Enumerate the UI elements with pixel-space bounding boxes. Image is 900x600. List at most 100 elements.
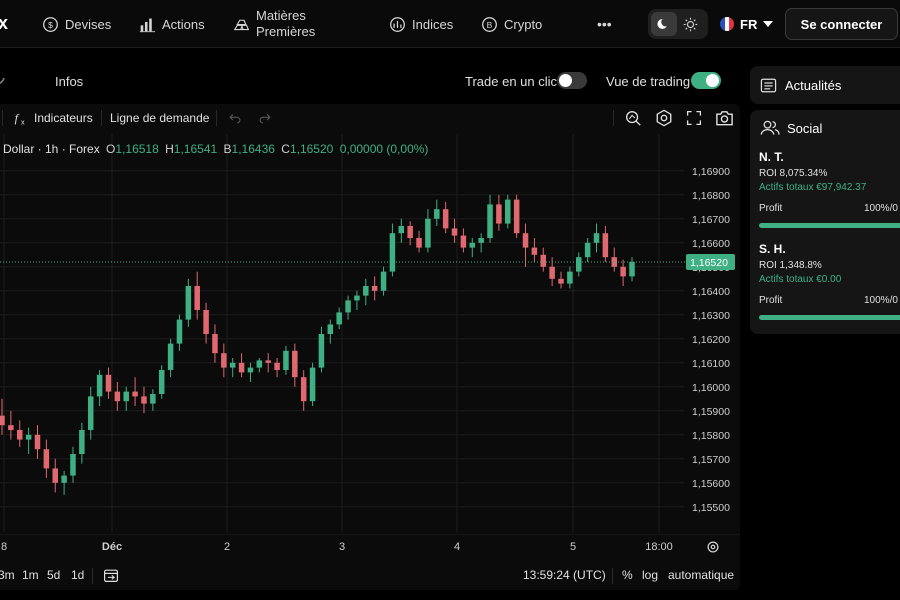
candle-body[interactable] bbox=[496, 204, 502, 224]
logo[interactable]: x bbox=[0, 13, 8, 34]
more-menu-button[interactable]: ••• bbox=[597, 0, 612, 48]
candle-body[interactable] bbox=[567, 271, 573, 284]
candle-body[interactable] bbox=[407, 226, 413, 238]
candle-body[interactable] bbox=[150, 394, 156, 404]
candle-body[interactable] bbox=[629, 262, 635, 277]
timeframe-1m[interactable]: 1m bbox=[22, 568, 39, 582]
language-selector[interactable]: FR bbox=[720, 0, 774, 48]
search-zoom-icon[interactable] bbox=[624, 109, 642, 127]
axis-settings-icon[interactable] bbox=[706, 540, 720, 554]
trader-card[interactable]: N. T. ROI 8,075.34% Actifs totaux €97,94… bbox=[759, 150, 900, 228]
trading-view-switch[interactable] bbox=[691, 72, 721, 89]
social-header[interactable]: Social bbox=[760, 120, 822, 136]
candle-body[interactable] bbox=[451, 228, 458, 236]
candle-body[interactable] bbox=[416, 238, 422, 248]
candle-body[interactable] bbox=[79, 430, 85, 454]
candle-body[interactable] bbox=[167, 343, 174, 370]
candle-body[interactable] bbox=[531, 247, 538, 255]
candle-body[interactable] bbox=[549, 266, 555, 279]
candle-body[interactable] bbox=[158, 370, 165, 394]
candle-body[interactable] bbox=[336, 312, 342, 325]
candle-body[interactable] bbox=[309, 367, 316, 402]
utc-clock[interactable]: 13:59:24 (UTC) bbox=[523, 568, 606, 582]
candle-body[interactable] bbox=[70, 454, 76, 476]
candle-body[interactable] bbox=[87, 396, 94, 430]
theme-toggle[interactable] bbox=[648, 9, 708, 39]
candle-body[interactable] bbox=[300, 377, 307, 402]
undo-icon[interactable] bbox=[228, 111, 242, 125]
candle-body[interactable] bbox=[185, 286, 192, 320]
camera-icon[interactable] bbox=[715, 109, 734, 127]
candle-body[interactable] bbox=[478, 238, 484, 243]
candle-body[interactable] bbox=[16, 430, 23, 440]
light-mode-option[interactable] bbox=[677, 12, 703, 36]
candle-body[interactable] bbox=[274, 362, 280, 370]
candle-body[interactable] bbox=[212, 334, 218, 354]
candle-body[interactable] bbox=[43, 449, 50, 469]
candle-body[interactable] bbox=[540, 254, 547, 267]
candle-body[interactable] bbox=[620, 266, 626, 277]
candle-body[interactable] bbox=[434, 209, 440, 219]
function-icon[interactable]: fx bbox=[13, 110, 29, 126]
infos-tab[interactable]: Infos bbox=[55, 74, 83, 89]
nav-crypto[interactable]: B Crypto bbox=[481, 0, 542, 48]
candle-body[interactable] bbox=[522, 233, 529, 248]
candle-body[interactable] bbox=[576, 257, 582, 272]
candle-body[interactable] bbox=[442, 209, 449, 229]
trader-card[interactable]: S. H. ROI 1,348.8% Actifs totaux €0.00 P… bbox=[759, 242, 900, 320]
candle-body[interactable] bbox=[513, 199, 520, 234]
candle-body[interactable] bbox=[123, 391, 129, 402]
candle-body[interactable] bbox=[425, 218, 431, 248]
percent-scale-toggle[interactable]: % bbox=[622, 568, 633, 582]
candle-body[interactable] bbox=[265, 360, 271, 363]
candle-body[interactable] bbox=[283, 350, 289, 370]
candle-body[interactable] bbox=[132, 391, 138, 397]
nav-devises[interactable]: $ Devises bbox=[42, 0, 111, 48]
fullscreen-icon[interactable] bbox=[686, 110, 702, 126]
candle-body[interactable] bbox=[593, 233, 600, 243]
candle-body[interactable] bbox=[0, 415, 5, 426]
candle-body[interactable] bbox=[487, 204, 493, 238]
candle-body[interactable] bbox=[354, 295, 360, 301]
candle-body[interactable] bbox=[256, 360, 263, 368]
candle-body[interactable] bbox=[221, 353, 227, 368]
candle-body[interactable] bbox=[584, 242, 591, 258]
timeframe-3m[interactable]: 3m bbox=[0, 568, 15, 582]
timeframe-1d[interactable]: 1d bbox=[71, 568, 84, 582]
candle-body[interactable] bbox=[34, 434, 41, 450]
news-card[interactable]: Actualités bbox=[750, 66, 900, 104]
candle-body[interactable] bbox=[558, 278, 564, 284]
candle-body[interactable] bbox=[141, 396, 147, 404]
auto-scale-toggle[interactable]: automatique bbox=[668, 568, 734, 582]
candle-body[interactable] bbox=[469, 242, 476, 248]
one-click-trade-switch[interactable] bbox=[557, 72, 587, 89]
candle-body[interactable] bbox=[96, 374, 103, 397]
candle-body[interactable] bbox=[203, 310, 209, 334]
candle-body[interactable] bbox=[61, 475, 67, 483]
candle-body[interactable] bbox=[389, 233, 396, 272]
candle-body[interactable] bbox=[52, 468, 58, 483]
settings-icon[interactable] bbox=[655, 109, 673, 127]
candle-body[interactable] bbox=[327, 324, 334, 334]
candle-body[interactable] bbox=[371, 286, 378, 291]
candlestick-chart[interactable]: 1,169001,168001,167001,166001,165001,164… bbox=[0, 134, 740, 532]
candle-body[interactable] bbox=[505, 199, 511, 224]
candle-body[interactable] bbox=[460, 235, 467, 248]
candle-body[interactable] bbox=[25, 434, 32, 440]
candle-body[interactable] bbox=[176, 319, 183, 344]
candle-body[interactable] bbox=[292, 350, 298, 378]
candle-body[interactable] bbox=[229, 362, 236, 368]
candle-body[interactable] bbox=[380, 271, 387, 291]
redo-icon[interactable] bbox=[258, 111, 272, 125]
candle-body[interactable] bbox=[345, 300, 351, 313]
log-scale-toggle[interactable]: log bbox=[642, 568, 658, 582]
candle-body[interactable] bbox=[238, 362, 245, 373]
candle-body[interactable] bbox=[194, 286, 200, 310]
indicators-button[interactable]: Indicateurs bbox=[34, 111, 93, 125]
nav-indices[interactable]: Indices bbox=[389, 0, 453, 48]
candle-body[interactable] bbox=[8, 425, 14, 430]
demand-line-button[interactable]: Ligne de demande bbox=[110, 111, 209, 125]
candle-body[interactable] bbox=[398, 226, 405, 234]
dark-mode-option[interactable] bbox=[651, 12, 677, 36]
login-button[interactable]: Se connecter bbox=[785, 8, 898, 40]
